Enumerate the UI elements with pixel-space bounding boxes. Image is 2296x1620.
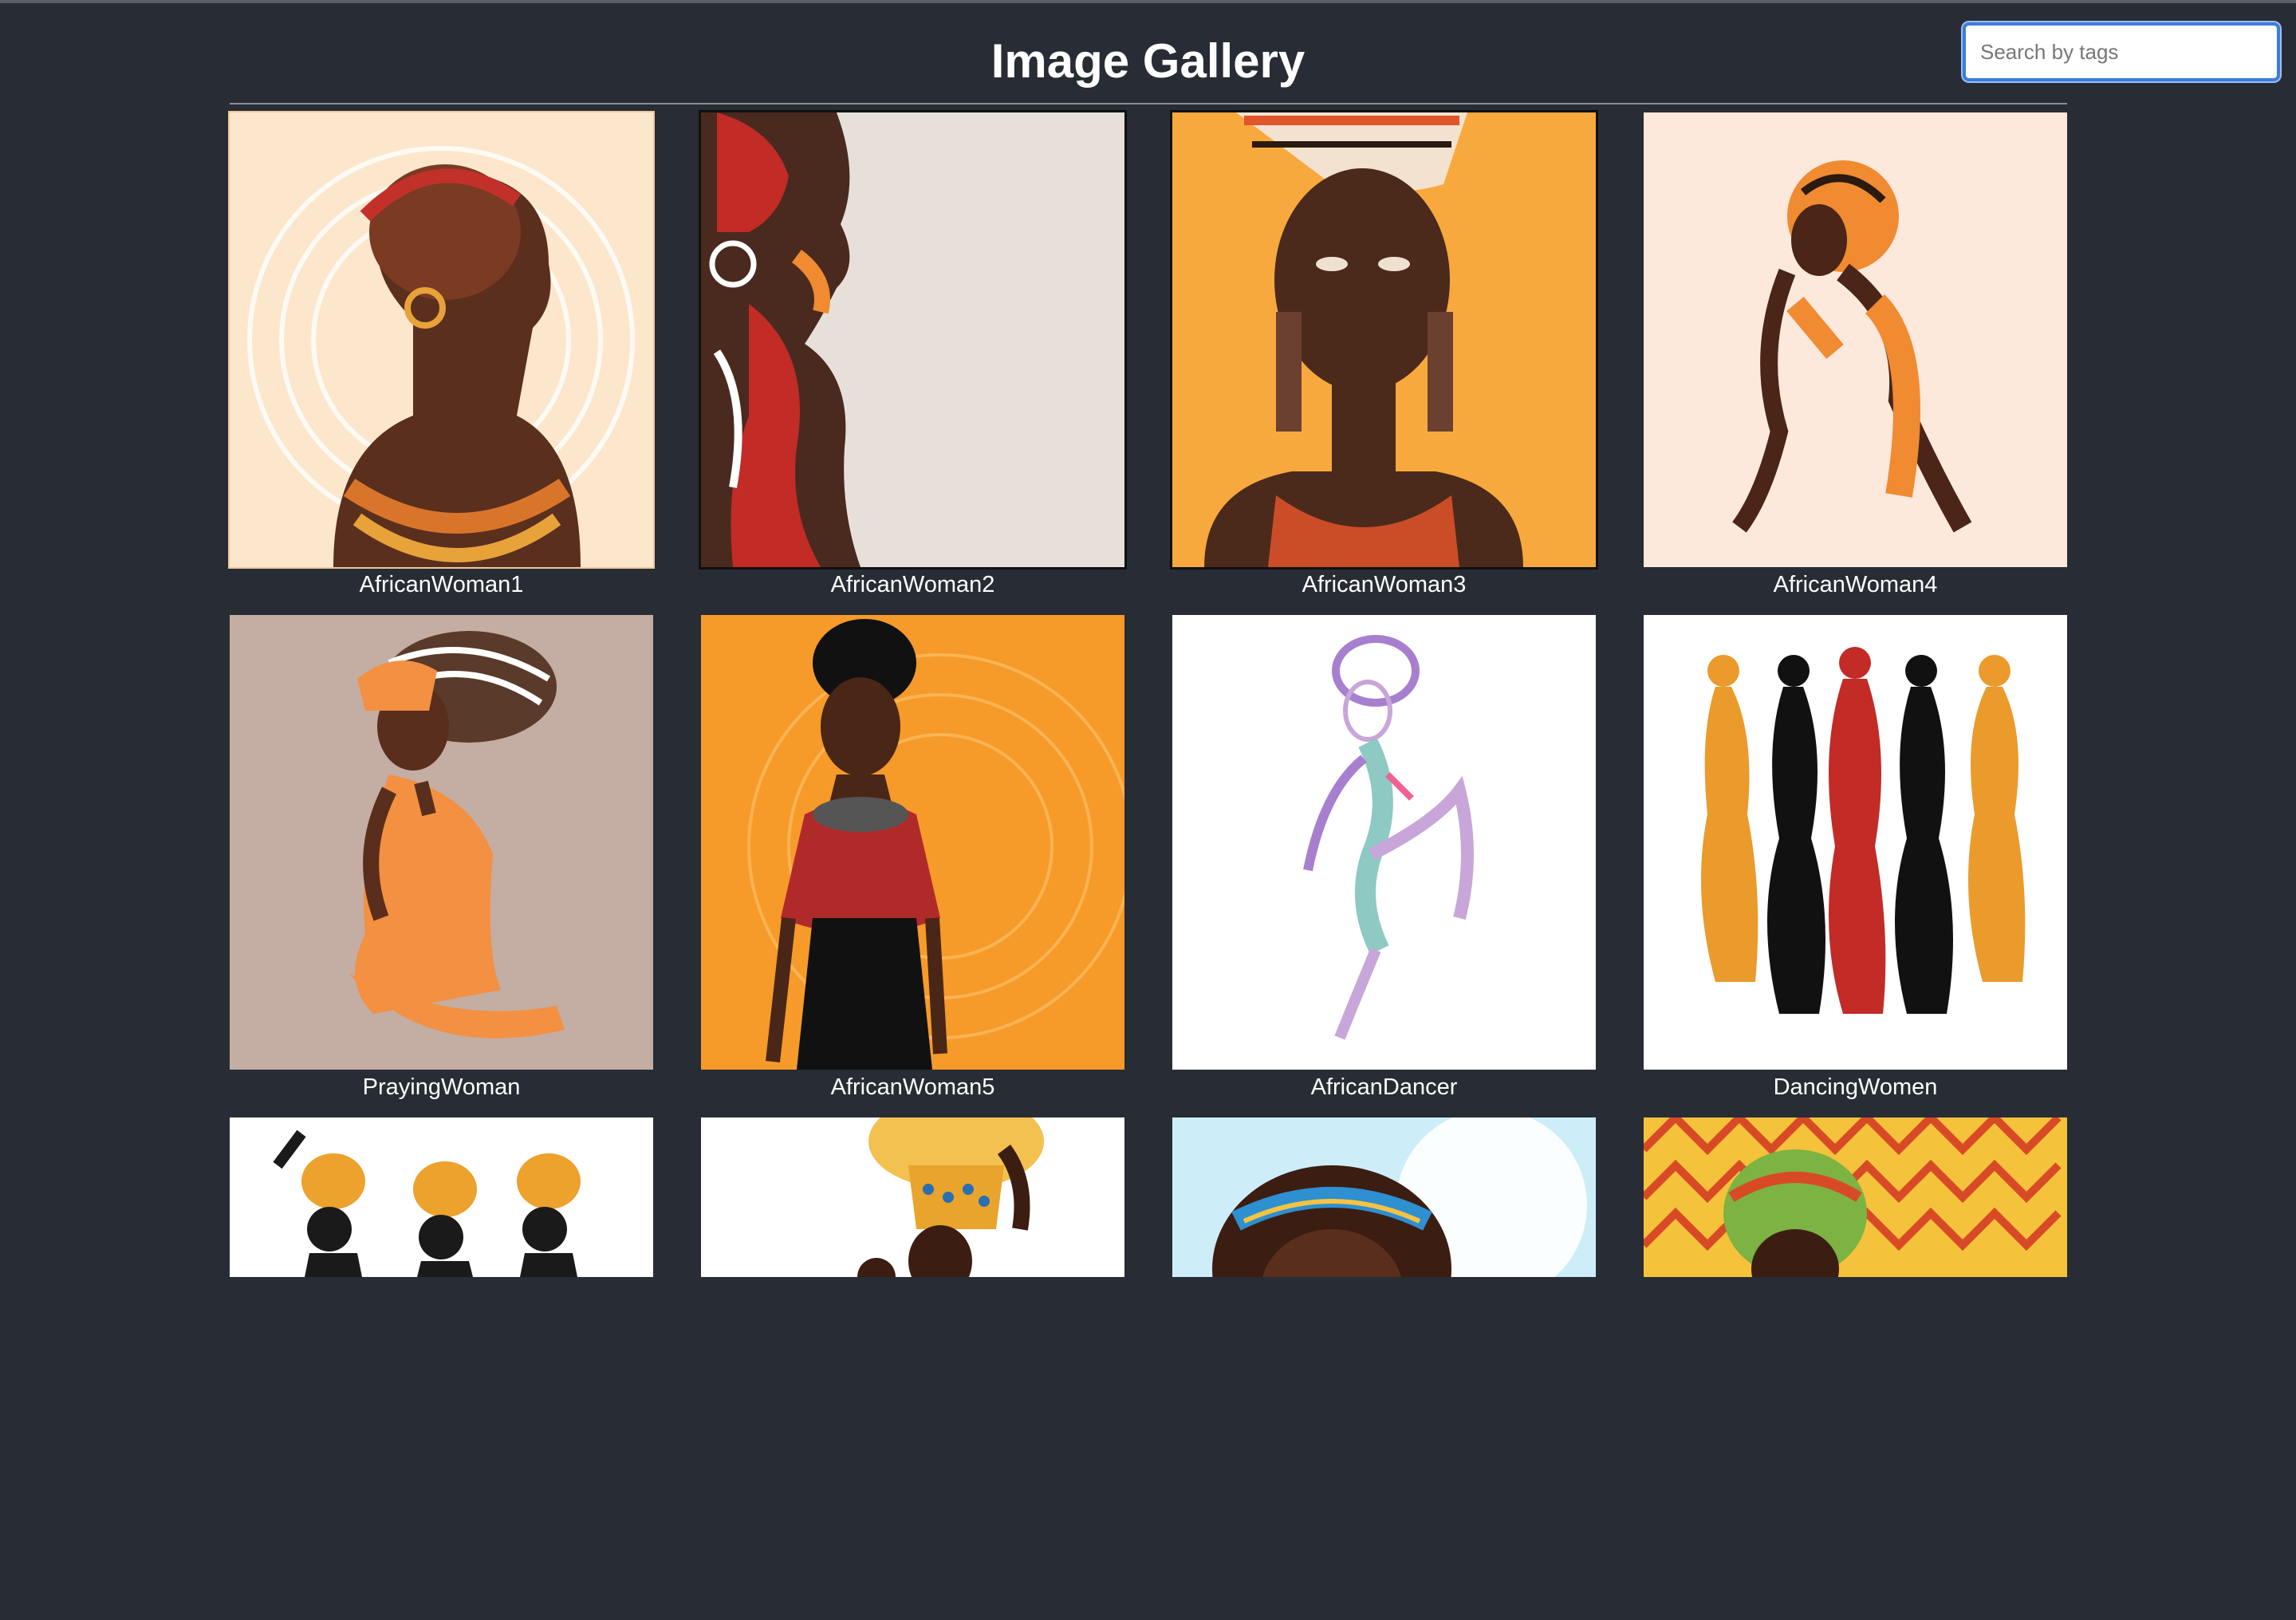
- african-woman-side-face-illustration[interactable]: [699, 110, 1127, 570]
- tag-search-input[interactable]: [1963, 22, 2280, 81]
- women-silhouettes-headwraps-illustration[interactable]: [230, 1117, 653, 1277]
- woman-afro-headband-illustration[interactable]: [1172, 1117, 1596, 1277]
- gallery-card[interactable]: [1644, 1117, 2067, 1620]
- gallery-card[interactable]: DancingWomen: [1644, 615, 2067, 1117]
- image-caption: AfricanWoman5: [830, 1074, 995, 1100]
- gallery-card[interactable]: PrayingWoman: [230, 615, 653, 1117]
- image-caption: AfricanWoman4: [1773, 572, 1938, 597]
- image-caption: AfricanWoman2: [830, 572, 995, 597]
- african-woman-seated-illustration[interactable]: [1644, 112, 2067, 567]
- gallery-card[interactable]: AfricanWoman1: [228, 111, 655, 615]
- woman-patterned-background-illustration[interactable]: [1644, 1117, 2067, 1277]
- praying-woman-illustration[interactable]: [230, 615, 653, 1070]
- header-divider: [230, 103, 2067, 104]
- image-caption: AfricanWoman1: [359, 572, 524, 597]
- gallery-card[interactable]: AfricanWoman3: [1170, 110, 1598, 615]
- gallery-card[interactable]: [1172, 1117, 1596, 1620]
- gallery-card[interactable]: [701, 1117, 1124, 1620]
- gallery-card[interactable]: AfricanWoman5: [701, 615, 1124, 1117]
- page-title: Image Gallery: [990, 34, 1306, 88]
- african-woman-profile-illustration[interactable]: [228, 111, 655, 569]
- african-dancer-illustration[interactable]: [1172, 615, 1596, 1070]
- dancing-women-silhouettes-illustration[interactable]: [1644, 615, 2067, 1070]
- gallery-card[interactable]: [230, 1117, 653, 1620]
- gallery-card[interactable]: AfricanWoman4: [1644, 112, 2067, 615]
- woman-carrying-basket-illustration[interactable]: [701, 1117, 1124, 1277]
- gallery-card[interactable]: AfricanDancer: [1172, 615, 1596, 1117]
- image-grid: AfricanWoman1 AfricanWoman2 AfricanWoman…: [228, 110, 2067, 1620]
- image-caption: DancingWomen: [1773, 1074, 1938, 1100]
- african-woman-headdress-illustration[interactable]: [1170, 110, 1598, 570]
- image-caption: PrayingWoman: [362, 1074, 521, 1100]
- image-caption: AfricanWoman3: [1302, 572, 1467, 597]
- gallery-card[interactable]: AfricanWoman2: [699, 110, 1127, 615]
- image-caption: AfricanDancer: [1310, 1074, 1458, 1100]
- page-header: Image Gallery: [0, 3, 2296, 104]
- african-woman-red-top-illustration[interactable]: [701, 615, 1124, 1070]
